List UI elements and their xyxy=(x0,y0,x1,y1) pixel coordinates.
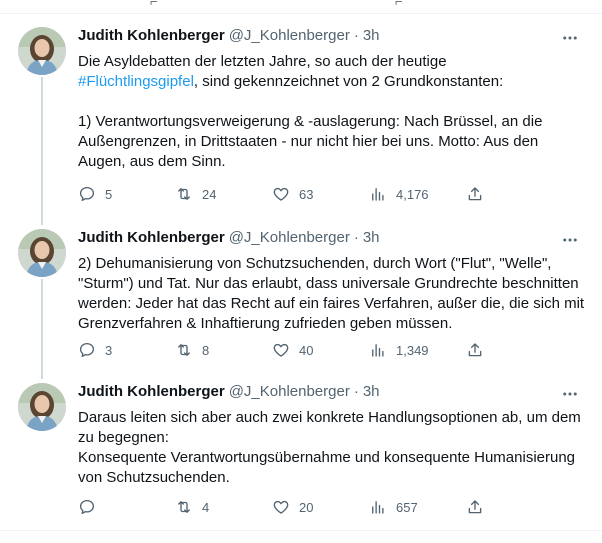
retweet-button[interactable]: 4 xyxy=(175,498,272,516)
timestamp[interactable]: 3h xyxy=(363,27,380,44)
share-button[interactable] xyxy=(466,341,484,359)
share-icon xyxy=(468,500,482,514)
more-icon xyxy=(563,392,577,396)
retweet-button[interactable]: 24 xyxy=(175,185,272,203)
hashtag-link[interactable]: #Flüchtlingsgipfel xyxy=(78,73,194,90)
tweet-text: Daraus leiten sich aber auch zwei konkre… xyxy=(78,408,588,488)
timestamp[interactable]: 3h xyxy=(363,383,380,400)
views-button[interactable]: 657 xyxy=(369,498,466,516)
reply-button[interactable]: 5 xyxy=(78,185,175,203)
views-icon xyxy=(372,344,384,357)
like-button[interactable]: 40 xyxy=(272,341,369,359)
like-icon xyxy=(273,343,289,357)
tweet-actions: 5 24 63 4,176 xyxy=(78,185,512,203)
author-name[interactable]: Judith Kohlenberger xyxy=(78,27,225,44)
header-separator: · xyxy=(353,27,359,44)
reply-button[interactable] xyxy=(78,498,175,516)
author-name[interactable]: Judith Kohlenberger xyxy=(78,383,225,400)
tweet-header: Judith Kohlenberger @J_Kohlenberger · 3h xyxy=(78,383,380,405)
retweet-count: 4 xyxy=(202,499,210,515)
author-name[interactable]: Judith Kohlenberger xyxy=(78,229,225,246)
like-button[interactable]: 63 xyxy=(272,185,369,203)
thread-connector-line xyxy=(41,279,43,375)
reply-button[interactable]: 3 xyxy=(78,341,175,359)
reply-icon xyxy=(79,186,95,202)
share-button[interactable] xyxy=(466,185,484,203)
share-icon xyxy=(468,187,482,201)
tweet-actions: 3 8 40 1,349 xyxy=(78,341,512,359)
reply-icon xyxy=(79,499,95,515)
like-count: 40 xyxy=(299,342,314,358)
header-separator: · xyxy=(353,383,359,400)
like-count: 20 xyxy=(299,499,314,515)
avatar[interactable] xyxy=(18,27,66,75)
tweet-header: Judith Kohlenberger @J_Kohlenberger · 3h xyxy=(78,27,380,49)
avatar-photo-icon xyxy=(18,27,66,75)
author-handle[interactable]: @J_Kohlenberger xyxy=(229,229,350,246)
views-count: 1,349 xyxy=(396,342,429,358)
timestamp[interactable]: 3h xyxy=(363,229,380,246)
more-options-button[interactable] xyxy=(560,385,580,403)
tweet-2[interactable]: Judith Kohlenberger @J_Kohlenberger · 3h… xyxy=(0,215,602,375)
author-handle[interactable]: @J_Kohlenberger xyxy=(229,27,350,44)
views-button[interactable]: 1,349 xyxy=(369,341,466,359)
header-separator: · xyxy=(353,229,359,246)
tweet-text-paragraph: Daraus leiten sich aber auch zwei konkre… xyxy=(78,409,581,446)
tweet-actions: 4 20 657 xyxy=(78,498,512,516)
views-icon xyxy=(372,501,384,514)
tweet-text-line: , sind gekennzeichnet von 2 Grundkonstan… xyxy=(193,73,504,90)
thread-connector-line xyxy=(41,369,43,379)
tweet-1[interactable]: Judith Kohlenberger @J_Kohlenberger · 3h… xyxy=(0,15,602,221)
like-count: 63 xyxy=(299,186,314,202)
avatar-photo-icon xyxy=(18,229,66,277)
tweet-header: Judith Kohlenberger @J_Kohlenberger · 3h xyxy=(78,229,380,251)
retweet-button[interactable]: 8 xyxy=(175,341,272,359)
tweet-text-paragraph: 2) Dehumanisierung von Schutzsuchenden, … xyxy=(78,255,585,332)
retweet-icon xyxy=(178,501,190,513)
author-handle[interactable]: @J_Kohlenberger xyxy=(229,383,350,400)
tweet-text: 2) Dehumanisierung von Schutzsuchenden, … xyxy=(78,254,588,334)
avatar[interactable] xyxy=(18,229,66,277)
like-icon xyxy=(273,187,289,201)
avatar[interactable] xyxy=(18,383,66,431)
retweet-icon xyxy=(178,188,190,200)
views-count: 4,176 xyxy=(396,186,429,202)
share-icon xyxy=(468,343,482,357)
previous-tweet-actions-partial: ⌐ ⌐ xyxy=(0,0,602,14)
tweet-text-line: Die Asyldebatten der letzten Jahre, so a… xyxy=(78,53,447,70)
views-button[interactable]: 4,176 xyxy=(369,185,466,203)
more-options-button[interactable] xyxy=(560,231,580,249)
retweet-icon xyxy=(178,344,190,356)
like-button[interactable]: 20 xyxy=(272,498,369,516)
share-button[interactable] xyxy=(466,498,484,516)
thread-connector-line xyxy=(41,77,43,221)
views-icon-partial: ⌐ xyxy=(395,0,403,9)
reply-count: 3 xyxy=(105,342,113,358)
like-icon xyxy=(273,500,289,514)
retweet-icon-partial: ⌐ xyxy=(150,0,158,9)
tweet-text: Die Asyldebatten der letzten Jahre, so a… xyxy=(78,52,588,172)
tweet-3[interactable]: Judith Kohlenberger @J_Kohlenberger · 3h… xyxy=(0,369,602,531)
retweet-count: 24 xyxy=(202,186,217,202)
reply-icon xyxy=(79,342,95,358)
tweet-text-paragraph: Konsequente Verantwortungsübernahme und … xyxy=(78,449,576,486)
tweet-text-paragraph: 1) Verantwortungsverweigerung & -auslage… xyxy=(78,113,543,170)
more-options-button[interactable] xyxy=(560,29,580,47)
thread-connector-line xyxy=(41,215,43,225)
avatar-photo-icon xyxy=(18,383,66,431)
views-count: 657 xyxy=(396,499,418,515)
more-icon xyxy=(563,238,577,242)
reply-count: 5 xyxy=(105,186,113,202)
more-icon xyxy=(563,36,577,40)
retweet-count: 8 xyxy=(202,342,210,358)
views-icon xyxy=(372,188,384,201)
